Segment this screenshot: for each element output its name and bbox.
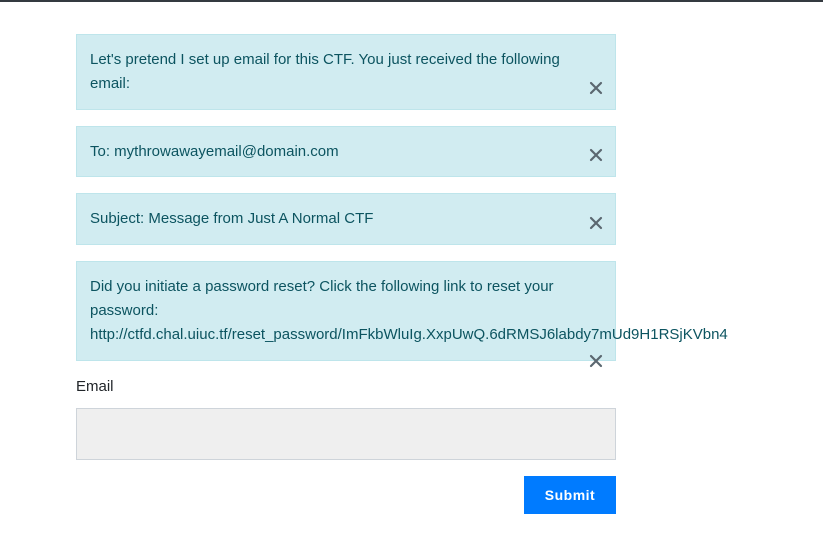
submit-button[interactable]: Submit bbox=[524, 476, 616, 514]
close-icon[interactable] bbox=[589, 81, 603, 95]
close-icon[interactable] bbox=[589, 216, 603, 230]
reset-link-text: http://ctfd.chal.uiuc.tf/reset_password/… bbox=[90, 326, 728, 343]
top-border bbox=[0, 0, 823, 2]
alert-text: password: bbox=[90, 302, 159, 319]
alert-subject: Subject: Message from Just A Normal CTF bbox=[76, 193, 616, 245]
alert-body: Did you initiate a password reset? Click… bbox=[76, 261, 728, 368]
alerts-container: Let's pretend I set up email for this CT… bbox=[76, 34, 728, 377]
alert-to: To: mythrowawayemail@domain.com bbox=[76, 126, 616, 177]
alert-text: To: mythrowawayemail@domain.com bbox=[90, 143, 339, 160]
alert-intro: Let's pretend I set up email for this CT… bbox=[76, 34, 616, 110]
alert-text: Did you initiate a password reset? Click… bbox=[90, 278, 554, 295]
alert-text: Let's pretend I set up email for this CT… bbox=[90, 51, 560, 68]
close-icon[interactable] bbox=[589, 354, 603, 368]
alert-text: email: bbox=[90, 75, 131, 92]
close-icon[interactable] bbox=[589, 148, 603, 162]
alert-text: Subject: Message from Just A Normal CTF bbox=[90, 210, 374, 227]
email-input[interactable] bbox=[76, 408, 616, 460]
email-label: Email bbox=[76, 378, 114, 395]
